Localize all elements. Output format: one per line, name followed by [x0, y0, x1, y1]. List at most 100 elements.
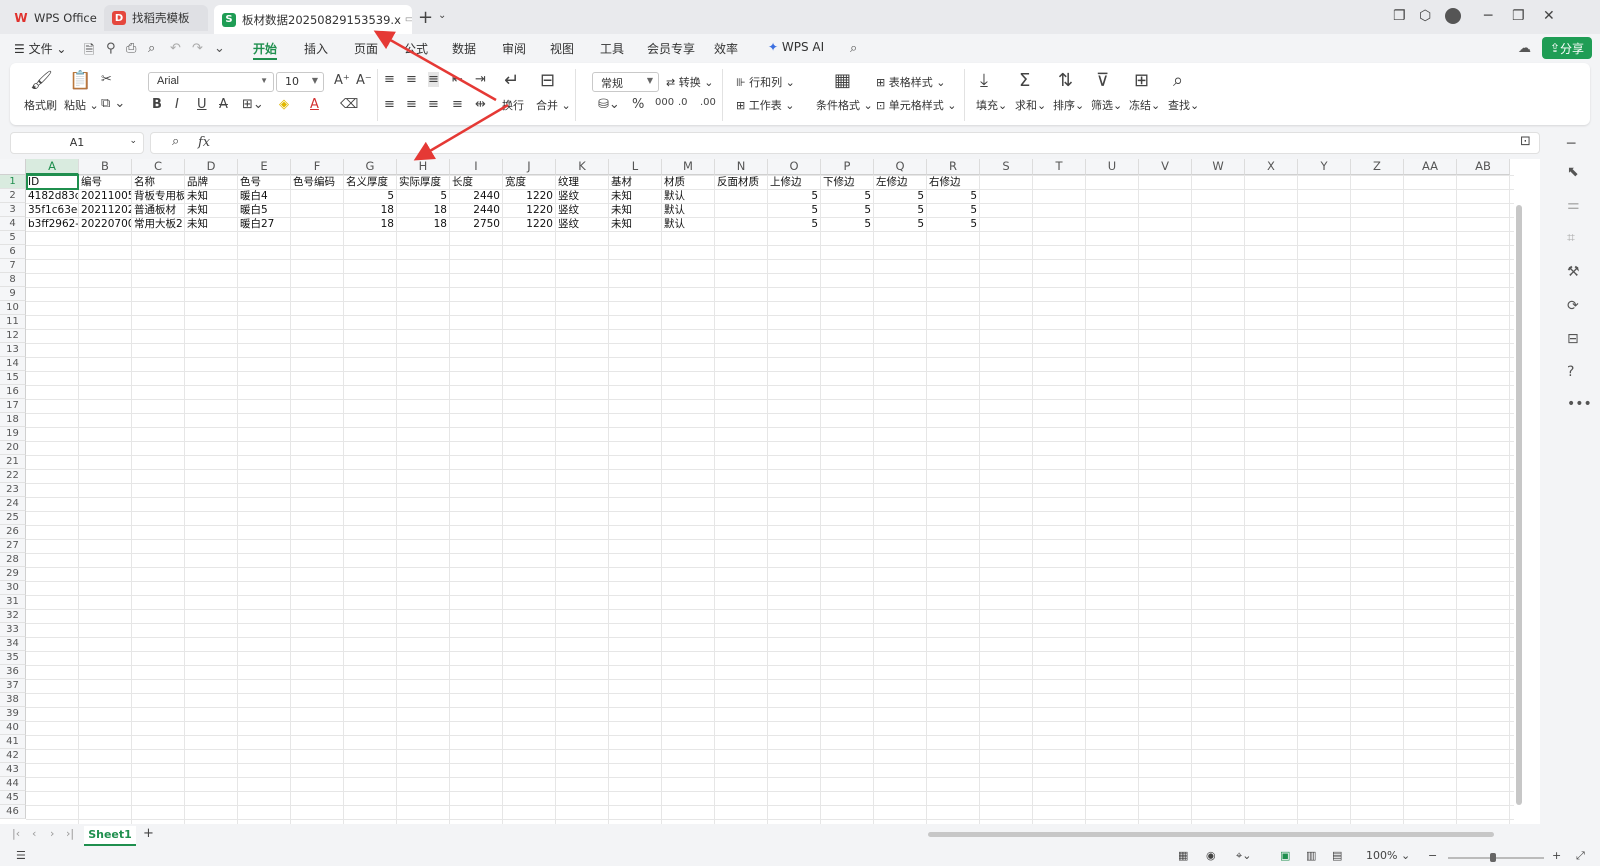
row-header[interactable]: 13: [0, 343, 26, 357]
column-header[interactable]: W: [1192, 159, 1245, 175]
zoom-slider[interactable]: [1448, 857, 1544, 859]
backup-icon[interactable]: ⟳: [1567, 298, 1579, 314]
table-cell[interactable]: 1220: [503, 203, 555, 217]
align-right-icon[interactable]: ≡: [428, 97, 439, 112]
more-icon[interactable]: •••: [1567, 396, 1592, 412]
sum-label[interactable]: 求和⌄: [1015, 97, 1046, 113]
link-icon[interactable]: ⚲: [106, 41, 116, 56]
print-preview-icon[interactable]: ⌕: [148, 41, 155, 56]
menu-home[interactable]: 开始: [253, 40, 277, 57]
table-cell[interactable]: 2440: [450, 203, 502, 217]
row-header[interactable]: 12: [0, 329, 26, 343]
column-header[interactable]: V: [1139, 159, 1192, 175]
sheet-tab-sheet1[interactable]: Sheet1: [84, 826, 136, 846]
header-cell[interactable]: 宽度: [503, 175, 555, 189]
tab-wps-office[interactable]: W WPS Office: [6, 5, 98, 31]
zoom-out-icon[interactable]: −: [1428, 849, 1437, 862]
fill-icon[interactable]: ⤓: [980, 70, 988, 91]
decrease-indent-icon[interactable]: ⇤: [452, 72, 463, 87]
table-cell[interactable]: [715, 217, 767, 231]
next-sheet-icon[interactable]: ›: [50, 827, 54, 840]
horizontal-scroll-thumb[interactable]: [928, 832, 1494, 837]
column-header[interactable]: Z: [1351, 159, 1404, 175]
cloud-upload-icon[interactable]: ☁: [1518, 41, 1531, 56]
row-header[interactable]: 6: [0, 245, 26, 259]
column-header[interactable]: J: [503, 159, 556, 175]
paste-label[interactable]: 粘贴 ⌄: [64, 97, 99, 113]
row-header[interactable]: 8: [0, 273, 26, 287]
table-cell[interactable]: 5: [821, 189, 873, 203]
strikethrough-icon[interactable]: A: [219, 97, 228, 112]
row-header[interactable]: 20: [0, 441, 26, 455]
table-cell[interactable]: 默认: [662, 217, 714, 231]
column-header[interactable]: G: [344, 159, 397, 175]
paste-icon[interactable]: 📋: [69, 70, 91, 91]
column-header[interactable]: T: [1033, 159, 1086, 175]
row-header[interactable]: 15: [0, 371, 26, 385]
row-header[interactable]: 26: [0, 525, 26, 539]
help-icon[interactable]: ?: [1567, 364, 1574, 380]
increase-indent-icon[interactable]: ⇥: [475, 72, 486, 87]
table-cell[interactable]: 竖纹: [556, 203, 608, 217]
zoom-formula-icon[interactable]: ⌕: [172, 134, 179, 149]
table-cell[interactable]: 未知: [609, 203, 661, 217]
zoom-in-icon[interactable]: +: [1552, 849, 1561, 862]
read-mode-icon[interactable]: ▦: [1178, 849, 1188, 862]
row-header[interactable]: 14: [0, 357, 26, 371]
column-header[interactable]: O: [768, 159, 821, 175]
header-cell[interactable]: 品牌: [185, 175, 237, 189]
formula-input[interactable]: [150, 132, 1540, 154]
cut-icon[interactable]: ✂: [101, 72, 112, 87]
comment-icon[interactable]: ⌗: [1567, 230, 1575, 246]
table-cell[interactable]: 18: [344, 203, 396, 217]
select-cursor-icon[interactable]: ⬉: [1567, 164, 1579, 180]
table-cell[interactable]: 5: [344, 189, 396, 203]
filter-icon[interactable]: ⊽: [1096, 70, 1109, 91]
menu-insert[interactable]: 插入: [304, 40, 328, 57]
row-header[interactable]: 43: [0, 763, 26, 777]
redo-icon[interactable]: ↷: [192, 41, 203, 56]
row-header[interactable]: 25: [0, 511, 26, 525]
align-center-icon[interactable]: ≡: [406, 97, 417, 112]
row-header[interactable]: 21: [0, 455, 26, 469]
column-header[interactable]: R: [927, 159, 980, 175]
column-header[interactable]: M: [662, 159, 715, 175]
table-cell[interactable]: 未知: [185, 217, 237, 231]
row-header[interactable]: 5: [0, 231, 26, 245]
align-middle-icon[interactable]: ≡: [406, 72, 417, 87]
header-cell[interactable]: 上修边: [768, 175, 820, 189]
row-header[interactable]: 10: [0, 301, 26, 315]
table-cell[interactable]: 背板专用板: [132, 189, 184, 203]
freeze-icon[interactable]: ⊞: [1134, 70, 1149, 91]
row-header[interactable]: 19: [0, 427, 26, 441]
table-cell[interactable]: 18: [344, 217, 396, 231]
table-style-button[interactable]: ⊞ 表格样式 ⌄: [876, 74, 945, 90]
column-header[interactable]: L: [609, 159, 662, 175]
avatar[interactable]: [1445, 8, 1461, 24]
row-header[interactable]: 11: [0, 315, 26, 329]
header-cell[interactable]: 长度: [450, 175, 502, 189]
menu-efficiency[interactable]: 效率: [714, 40, 738, 57]
format-painter-icon[interactable]: 🖌: [30, 70, 53, 91]
table-cell[interactable]: 5: [821, 203, 873, 217]
row-header[interactable]: 1: [0, 175, 26, 189]
table-cell[interactable]: 2750: [450, 217, 502, 231]
row-header[interactable]: 31: [0, 595, 26, 609]
table-cell[interactable]: 竖纹: [556, 217, 608, 231]
decrease-decimal-icon[interactable]: .00: [700, 97, 716, 108]
header-cell[interactable]: 编号: [79, 175, 131, 189]
table-cell[interactable]: 竖纹: [556, 189, 608, 203]
row-header[interactable]: 33: [0, 623, 26, 637]
table-cell[interactable]: 5: [821, 217, 873, 231]
first-sheet-icon[interactable]: |‹: [12, 827, 20, 840]
page-layout-view-icon[interactable]: ▥: [1306, 849, 1316, 862]
search-icon[interactable]: ⌕: [850, 41, 857, 56]
table-cell[interactable]: 普通板材: [132, 203, 184, 217]
row-header[interactable]: 30: [0, 581, 26, 595]
minimize-icon[interactable]: ─: [1484, 8, 1492, 24]
row-header[interactable]: 46: [0, 805, 26, 819]
header-cell[interactable]: 反面材质: [715, 175, 767, 189]
table-cell[interactable]: 5: [874, 203, 926, 217]
header-cell[interactable]: 左修边: [874, 175, 926, 189]
align-bottom-icon[interactable]: ≡: [428, 72, 439, 87]
